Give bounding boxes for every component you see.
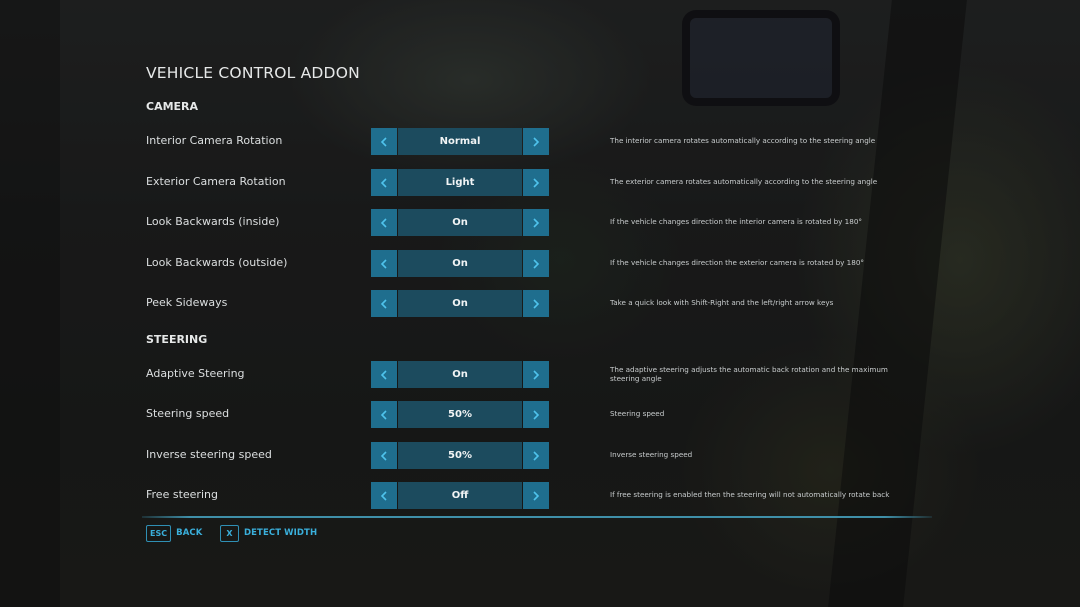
prev-option-button[interactable] <box>371 401 397 428</box>
setting-row-peek-sideways: Peek Sideways On Take a quick look with … <box>0 290 1080 317</box>
setting-row-adaptive-steering: Adaptive Steering On The adaptive steeri… <box>0 361 1080 388</box>
setting-description: The interior camera rotates automaticall… <box>610 136 876 145</box>
chevron-right-icon <box>533 258 540 269</box>
back-button-label: BACK <box>176 528 203 538</box>
setting-label: Inverse steering speed <box>146 448 272 461</box>
option-selector[interactable]: Light <box>371 169 549 196</box>
page-title: VEHICLE CONTROL ADDON <box>146 64 360 82</box>
setting-description: If the vehicle changes direction the ext… <box>610 258 864 267</box>
option-value: Off <box>398 482 522 509</box>
chevron-left-icon <box>380 450 387 461</box>
option-selector[interactable]: Normal <box>371 128 549 155</box>
next-option-button[interactable] <box>523 361 549 388</box>
next-option-button[interactable] <box>523 442 549 469</box>
chevron-left-icon <box>380 177 387 188</box>
option-selector[interactable]: On <box>371 250 549 277</box>
setting-description: Steering speed <box>610 409 665 418</box>
setting-row-exterior-camera-rotation: Exterior Camera Rotation Light The exter… <box>0 169 1080 196</box>
setting-label: Interior Camera Rotation <box>146 134 283 147</box>
chevron-right-icon <box>533 409 540 420</box>
setting-row-look-backwards-outside: Look Backwards (outside) On If the vehic… <box>0 250 1080 277</box>
chevron-right-icon <box>533 450 540 461</box>
chevron-left-icon <box>380 136 387 147</box>
option-value: On <box>398 250 522 277</box>
prev-option-button[interactable] <box>371 482 397 509</box>
next-option-button[interactable] <box>523 482 549 509</box>
setting-label: Look Backwards (outside) <box>146 256 288 269</box>
x-key-icon: X <box>220 524 239 542</box>
chevron-left-icon <box>380 217 387 228</box>
option-selector[interactable]: 50% <box>371 401 549 428</box>
option-selector[interactable]: On <box>371 361 549 388</box>
next-option-button[interactable] <box>523 169 549 196</box>
setting-row-interior-camera-rotation: Interior Camera Rotation Normal The inte… <box>0 128 1080 155</box>
chevron-right-icon <box>533 217 540 228</box>
setting-row-steering-speed: Steering speed 50% Steering speed <box>0 401 1080 428</box>
back-button[interactable]: ESC BACK <box>146 523 202 543</box>
detect-width-button[interactable]: X DETECT WIDTH <box>220 523 317 543</box>
prev-option-button[interactable] <box>371 128 397 155</box>
prev-option-button[interactable] <box>371 290 397 317</box>
option-selector[interactable]: On <box>371 290 549 317</box>
setting-label: Exterior Camera Rotation <box>146 175 286 188</box>
setting-row-look-backwards-inside: Look Backwards (inside) On If the vehicl… <box>0 209 1080 236</box>
setting-description: Take a quick look with Shift-Right and t… <box>610 298 834 307</box>
prev-option-button[interactable] <box>371 442 397 469</box>
esc-key-icon: ESC <box>146 524 172 542</box>
detect-width-button-label: DETECT WIDTH <box>244 528 318 538</box>
chevron-right-icon <box>533 369 540 380</box>
option-value: Normal <box>398 128 522 155</box>
prev-option-button[interactable] <box>371 361 397 388</box>
option-value: 50% <box>398 442 522 469</box>
chevron-right-icon <box>533 136 540 147</box>
chevron-left-icon <box>380 490 387 501</box>
next-option-button[interactable] <box>523 250 549 277</box>
section-header-camera: CAMERA <box>146 100 199 113</box>
setting-description: Inverse steering speed <box>610 450 693 459</box>
next-option-button[interactable] <box>523 209 549 236</box>
setting-description: The adaptive steering adjusts the automa… <box>610 365 888 383</box>
section-header-steering: STEERING <box>146 333 208 346</box>
chevron-right-icon <box>533 177 540 188</box>
next-option-button[interactable] <box>523 128 549 155</box>
option-selector[interactable]: Off <box>371 482 549 509</box>
setting-label: Adaptive Steering <box>146 367 245 380</box>
setting-label: Steering speed <box>146 407 230 420</box>
setting-description: If the vehicle changes direction the int… <box>610 217 862 226</box>
chevron-left-icon <box>380 298 387 309</box>
chevron-left-icon <box>380 258 387 269</box>
chevron-right-icon <box>533 298 540 309</box>
setting-label: Peek Sideways <box>146 296 228 309</box>
option-selector[interactable]: 50% <box>371 442 549 469</box>
next-option-button[interactable] <box>523 290 549 317</box>
option-value: On <box>398 361 522 388</box>
setting-label: Free steering <box>146 488 218 501</box>
prev-option-button[interactable] <box>371 169 397 196</box>
chevron-left-icon <box>380 369 387 380</box>
setting-label: Look Backwards (inside) <box>146 215 280 228</box>
option-value: Light <box>398 169 522 196</box>
setting-row-inverse-steering-speed: Inverse steering speed 50% Inverse steer… <box>0 442 1080 469</box>
setting-row-free-steering: Free steering Off If free steering is en… <box>0 482 1080 509</box>
option-value: On <box>398 209 522 236</box>
next-option-button[interactable] <box>523 401 549 428</box>
option-value: On <box>398 290 522 317</box>
option-selector[interactable]: On <box>371 209 549 236</box>
prev-option-button[interactable] <box>371 209 397 236</box>
prev-option-button[interactable] <box>371 250 397 277</box>
option-value: 50% <box>398 401 522 428</box>
chevron-right-icon <box>533 490 540 501</box>
setting-description: If free steering is enabled then the ste… <box>610 490 890 499</box>
chevron-left-icon <box>380 409 387 420</box>
footer-divider <box>142 516 932 518</box>
setting-description: The exterior camera rotates automaticall… <box>610 177 878 186</box>
